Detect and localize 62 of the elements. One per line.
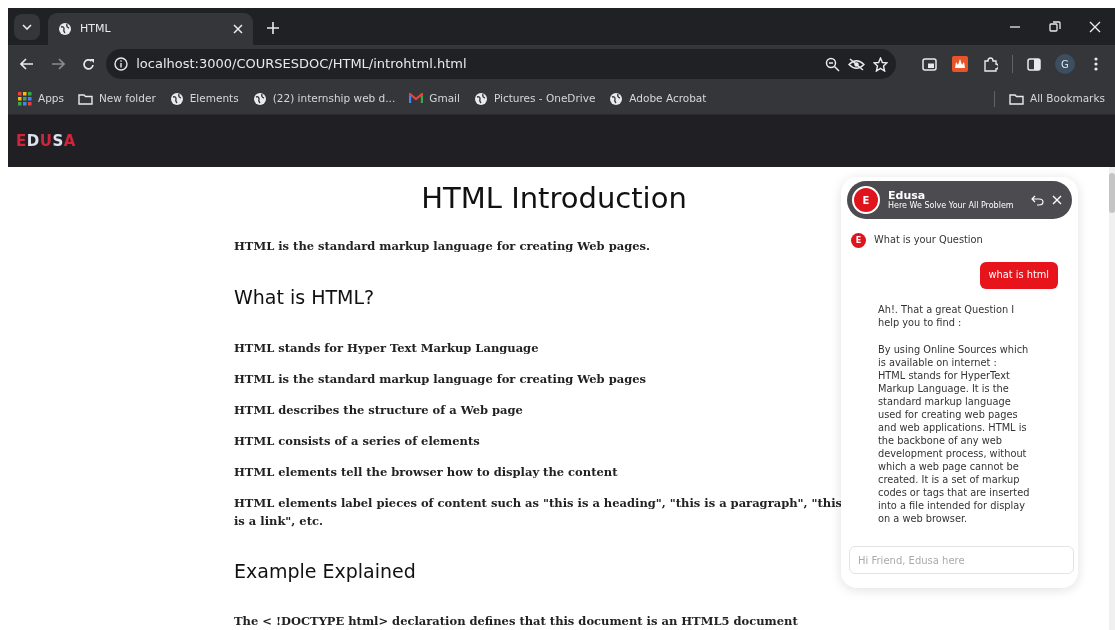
paragraph: HTML is the standard markup language for creating Web pages.: [234, 237, 651, 255]
browser-tab[interactable]: HTML: [48, 13, 253, 45]
list-item: HTML is the standard markup language for creating Web pages: [234, 370, 647, 388]
bot-message: Ah!. That a great Question I help you to find :: [878, 302, 1016, 329]
bookmark-item[interactable]: Apps: [18, 90, 64, 107]
flame-extension-icon[interactable]: [951, 56, 968, 72]
globe-icon: [473, 91, 488, 106]
site-logo[interactable]: EDUSA: [16, 129, 76, 153]
tab-list-button[interactable]: [14, 14, 40, 40]
bot-tagline: Here We Solve Your All Problem: [888, 201, 1015, 211]
list-item: HTML stands for Hyper Text Markup Language: [234, 339, 540, 357]
list-item: HTML elements tell the browser how to display the content: [234, 463, 619, 481]
paragraph: The < !DOCTYPE html> declaration defines that this document is an HTML5 document: [234, 612, 799, 630]
bot-avatar: E: [851, 233, 866, 248]
forward-icon[interactable]: [51, 58, 66, 70]
address-bar[interactable]: localhost:3000/COURSESDOC/HTML/introhtml.html: [106, 49, 897, 79]
list-item: HTML elements label pieces of content such as "this is a heading", "this is a paragraph", "this is a link", etc.: [234, 494, 844, 530]
section-heading: What is HTML?: [234, 286, 376, 309]
bookmark-item[interactable]: Elements: [169, 90, 239, 107]
bot-message: What is your Question: [874, 233, 984, 247]
globe-icon: [252, 91, 267, 106]
bot-message: By using Online Sources which is available on internet : HTML stands for HyperText Markup Language. It is the standard markup language used for creating web pages and web applications. HTML is the backbone of any web development process, without which a web page cannot be created. It is a set of markup codes or tags that are inserted into a file intended for display on a web browser.: [878, 342, 1031, 525]
globe-icon: [58, 22, 72, 36]
globe-icon: [609, 91, 624, 106]
puzzle-icon[interactable]: [983, 56, 998, 72]
bookmark-item[interactable]: New folder: [78, 90, 156, 107]
apps-grid-icon: [18, 91, 32, 106]
list-item: HTML describes the structure of a Web page: [234, 401, 524, 419]
globe-icon: [169, 91, 184, 106]
bookmark-item[interactable]: Pictures - OneDrive: [473, 90, 596, 107]
picture-in-picture-icon[interactable]: [921, 57, 937, 71]
page-title: HTML Introduction: [420, 181, 688, 216]
message-input[interactable]: Hi Friend, Edusa here: [849, 546, 1074, 574]
back-icon[interactable]: [20, 58, 35, 70]
mail-icon: [409, 93, 424, 104]
restore-icon[interactable]: [1049, 20, 1061, 33]
bookmark-item[interactable]: All Bookmarks: [1008, 90, 1105, 107]
section-heading: Example Explained: [234, 559, 417, 583]
star-icon[interactable]: [873, 56, 889, 72]
close-icon[interactable]: [233, 24, 243, 34]
scrollbar[interactable]: [1109, 167, 1115, 630]
side-panel-icon[interactable]: [1027, 57, 1042, 71]
zoom-out-icon[interactable]: [825, 56, 841, 72]
info-icon: [114, 57, 129, 71]
undo-icon[interactable]: [1031, 194, 1044, 206]
folder-icon: [78, 92, 93, 105]
list-item: HTML consists of a series of elements: [234, 432, 481, 450]
bookmark-item[interactable]: (22) internship web d...: [252, 90, 396, 107]
folder-icon: [1008, 92, 1024, 105]
eye-slash-icon[interactable]: [848, 57, 866, 71]
bookmark-item[interactable]: Gmail: [409, 90, 460, 107]
user-message: what is html: [979, 262, 1058, 289]
bookmark-item[interactable]: Adobe Acrobat: [609, 90, 707, 107]
chevron-down-icon: [22, 24, 32, 30]
profile-avatar[interactable]: G: [1054, 54, 1075, 74]
url-text[interactable]: localhost:3000/COURSESDOC/HTML/introhtml.html: [136, 54, 818, 74]
close-icon[interactable]: [1089, 20, 1101, 33]
bot-avatar: E: [852, 186, 880, 214]
reload-icon[interactable]: [82, 57, 96, 71]
bot-name: Edusa: [888, 189, 926, 202]
new-tab-icon[interactable]: [267, 22, 279, 34]
more-menu-icon[interactable]: [1093, 57, 1098, 71]
